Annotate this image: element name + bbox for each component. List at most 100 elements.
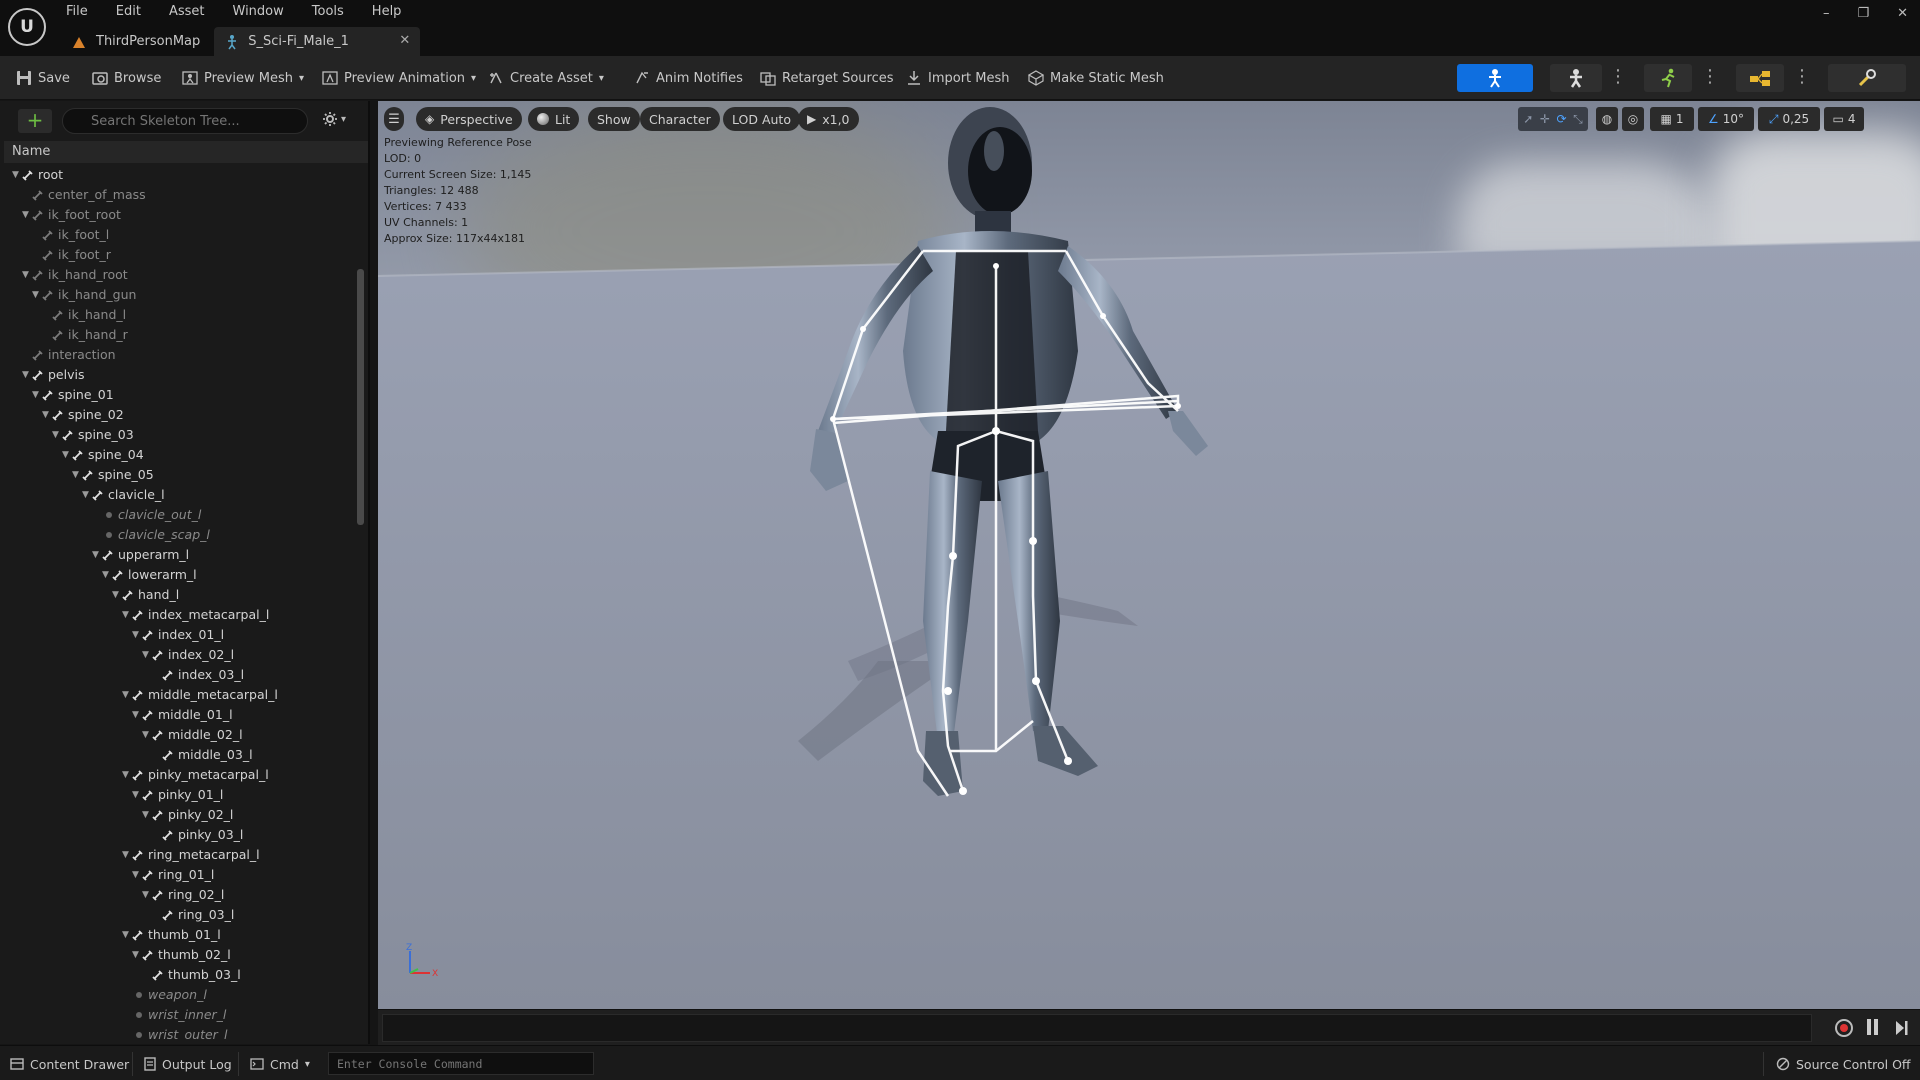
- tree-row[interactable]: ▼ spine_04: [0, 445, 356, 465]
- tab-skeletal-mesh[interactable]: S_Sci-Fi_Male_1 ✕: [214, 27, 421, 56]
- source-control-button[interactable]: Source Control Off: [1776, 1054, 1911, 1074]
- expand-arrow-icon[interactable]: ▼: [122, 605, 132, 625]
- tree-row[interactable]: middle_03_l: [0, 745, 356, 765]
- create-asset-dropdown[interactable]: Create Asset ▾: [488, 66, 604, 90]
- expand-arrow-icon[interactable]: ▼: [132, 625, 142, 645]
- tree-row[interactable]: clavicle_out_l: [0, 505, 356, 525]
- expand-arrow-icon[interactable]: ▼: [132, 865, 142, 885]
- tree-row[interactable]: ▼ spine_05: [0, 465, 356, 485]
- close-icon[interactable]: ✕: [1897, 6, 1908, 21]
- tree-row[interactable]: ▼ upperarm_l: [0, 545, 356, 565]
- menu-asset[interactable]: Asset: [169, 2, 215, 22]
- expand-arrow-icon[interactable]: ▼: [22, 205, 32, 225]
- tree-row[interactable]: ▼ pinky_02_l: [0, 805, 356, 825]
- anim-notifies-button[interactable]: Anim Notifies: [634, 66, 743, 90]
- scale-snap-toggle[interactable]: ⤢ 0,25: [1758, 107, 1820, 131]
- tree-row[interactable]: ▼ hand_l: [0, 585, 356, 605]
- preview-mesh-dropdown[interactable]: Preview Mesh ▾: [182, 66, 304, 90]
- skeletal-mesh-mode-button[interactable]: [1550, 64, 1602, 92]
- surface-snap-toggle[interactable]: ◎: [1622, 107, 1644, 131]
- expand-arrow-icon[interactable]: ▼: [82, 485, 92, 505]
- character-dropdown[interactable]: Character: [640, 107, 720, 131]
- tree-row[interactable]: ik_hand_l: [0, 305, 356, 325]
- unreal-logo-icon[interactable]: U: [8, 8, 46, 46]
- tree-row[interactable]: ▼ thumb_01_l: [0, 925, 356, 945]
- expand-arrow-icon[interactable]: ▼: [112, 585, 122, 605]
- pause-button[interactable]: [1866, 1019, 1880, 1037]
- add-socket-button[interactable]: +: [18, 109, 52, 133]
- tree-row[interactable]: ▼ ik_hand_gun: [0, 285, 356, 305]
- make-static-mesh-button[interactable]: Make Static Mesh: [1028, 66, 1164, 90]
- tree-row[interactable]: ▼ clavicle_l: [0, 485, 356, 505]
- tree-row[interactable]: weapon_l: [0, 985, 356, 1005]
- name-column-header[interactable]: Name: [4, 141, 368, 163]
- cmd-dropdown[interactable]: Cmd ▾: [250, 1054, 310, 1074]
- tree-row[interactable]: ▼ ring_02_l: [0, 885, 356, 905]
- expand-arrow-icon[interactable]: ▼: [32, 285, 42, 305]
- view-mode-dropdown[interactable]: Lit: [528, 107, 580, 131]
- tree-row[interactable]: index_03_l: [0, 665, 356, 685]
- tree-row[interactable]: ▼ spine_02: [0, 405, 356, 425]
- expand-arrow-icon[interactable]: ▼: [122, 685, 132, 705]
- tree-row[interactable]: wrist_outer_l: [0, 1025, 356, 1041]
- expand-arrow-icon[interactable]: ▼: [52, 425, 62, 445]
- tree-row[interactable]: ik_foot_l: [0, 225, 356, 245]
- more-options-icon[interactable]: ⋮: [1793, 66, 1811, 90]
- tree-row[interactable]: clavicle_scap_l: [0, 525, 356, 545]
- rotation-snap-toggle[interactable]: ∠ 10°: [1698, 107, 1754, 131]
- physics-mode-button[interactable]: [1828, 64, 1906, 92]
- tree-row[interactable]: ▼ lowerarm_l: [0, 565, 356, 585]
- tree-row[interactable]: ▼ spine_03: [0, 425, 356, 445]
- expand-arrow-icon[interactable]: ▼: [142, 885, 152, 905]
- restore-icon[interactable]: ❐: [1857, 6, 1869, 21]
- expand-arrow-icon[interactable]: ▼: [102, 565, 112, 585]
- tree-row[interactable]: ▼ middle_metacarpal_l: [0, 685, 356, 705]
- expand-arrow-icon[interactable]: ▼: [142, 725, 152, 745]
- blueprint-mode-button[interactable]: [1736, 64, 1784, 92]
- expand-arrow-icon[interactable]: ▼: [22, 365, 32, 385]
- tree-scrollbar[interactable]: [357, 269, 364, 525]
- translate-icon[interactable]: ✛: [1540, 112, 1550, 126]
- tree-row[interactable]: interaction: [0, 345, 356, 365]
- tree-row[interactable]: ▼ ik_foot_root: [0, 205, 356, 225]
- scale-icon[interactable]: ⤡: [1573, 112, 1583, 127]
- expand-arrow-icon[interactable]: ▼: [142, 645, 152, 665]
- import-mesh-button[interactable]: Import Mesh: [906, 66, 1010, 90]
- tree-row[interactable]: ▼ pinky_01_l: [0, 785, 356, 805]
- preview-viewport[interactable]: Previewing Reference Pose LOD: 0 Current…: [378, 101, 1920, 1009]
- expand-arrow-icon[interactable]: ▼: [12, 165, 22, 185]
- output-log-button[interactable]: Output Log: [144, 1054, 232, 1074]
- more-options-icon[interactable]: ⋮: [1609, 66, 1627, 90]
- sci-fi-male-character[interactable]: [378, 101, 1920, 1009]
- tree-row[interactable]: ▼ index_01_l: [0, 625, 356, 645]
- tree-row[interactable]: ik_foot_r: [0, 245, 356, 265]
- tree-row[interactable]: ring_03_l: [0, 905, 356, 925]
- tree-row[interactable]: ▼ thumb_02_l: [0, 945, 356, 965]
- tree-row[interactable]: ▼ ik_hand_root: [0, 265, 356, 285]
- preview-animation-dropdown[interactable]: Preview Animation ▾: [322, 66, 476, 90]
- browse-button[interactable]: Browse: [92, 66, 161, 90]
- menu-help[interactable]: Help: [372, 2, 412, 22]
- viewport-options-button[interactable]: ☰: [384, 107, 404, 131]
- show-dropdown[interactable]: Show: [588, 107, 640, 131]
- timeline-track[interactable]: [382, 1014, 1812, 1042]
- tree-row[interactable]: ▼ middle_02_l: [0, 725, 356, 745]
- expand-arrow-icon[interactable]: ▼: [142, 805, 152, 825]
- tree-row[interactable]: pinky_03_l: [0, 825, 356, 845]
- expand-arrow-icon[interactable]: ▼: [132, 945, 142, 965]
- minimize-icon[interactable]: –: [1823, 6, 1830, 21]
- expand-arrow-icon[interactable]: ▼: [72, 465, 82, 485]
- tab-thirdpersonmap[interactable]: ThirdPersonMap: [60, 27, 214, 56]
- tree-row[interactable]: ▼ root: [0, 165, 356, 185]
- expand-arrow-icon[interactable]: ▼: [22, 265, 32, 285]
- more-options-icon[interactable]: ⋮: [1701, 66, 1719, 90]
- close-tab-icon[interactable]: ✕: [399, 33, 410, 48]
- rotate-icon[interactable]: ⟳: [1556, 112, 1566, 126]
- expand-arrow-icon[interactable]: ▼: [32, 385, 42, 405]
- perspective-dropdown[interactable]: ◈ Perspective: [416, 107, 522, 131]
- skeleton-mode-button[interactable]: [1457, 64, 1533, 92]
- lod-dropdown[interactable]: LOD Auto: [723, 107, 800, 131]
- select-icon[interactable]: ➚: [1523, 112, 1533, 126]
- tree-row[interactable]: ▼ spine_01: [0, 385, 356, 405]
- expand-arrow-icon[interactable]: ▼: [132, 785, 142, 805]
